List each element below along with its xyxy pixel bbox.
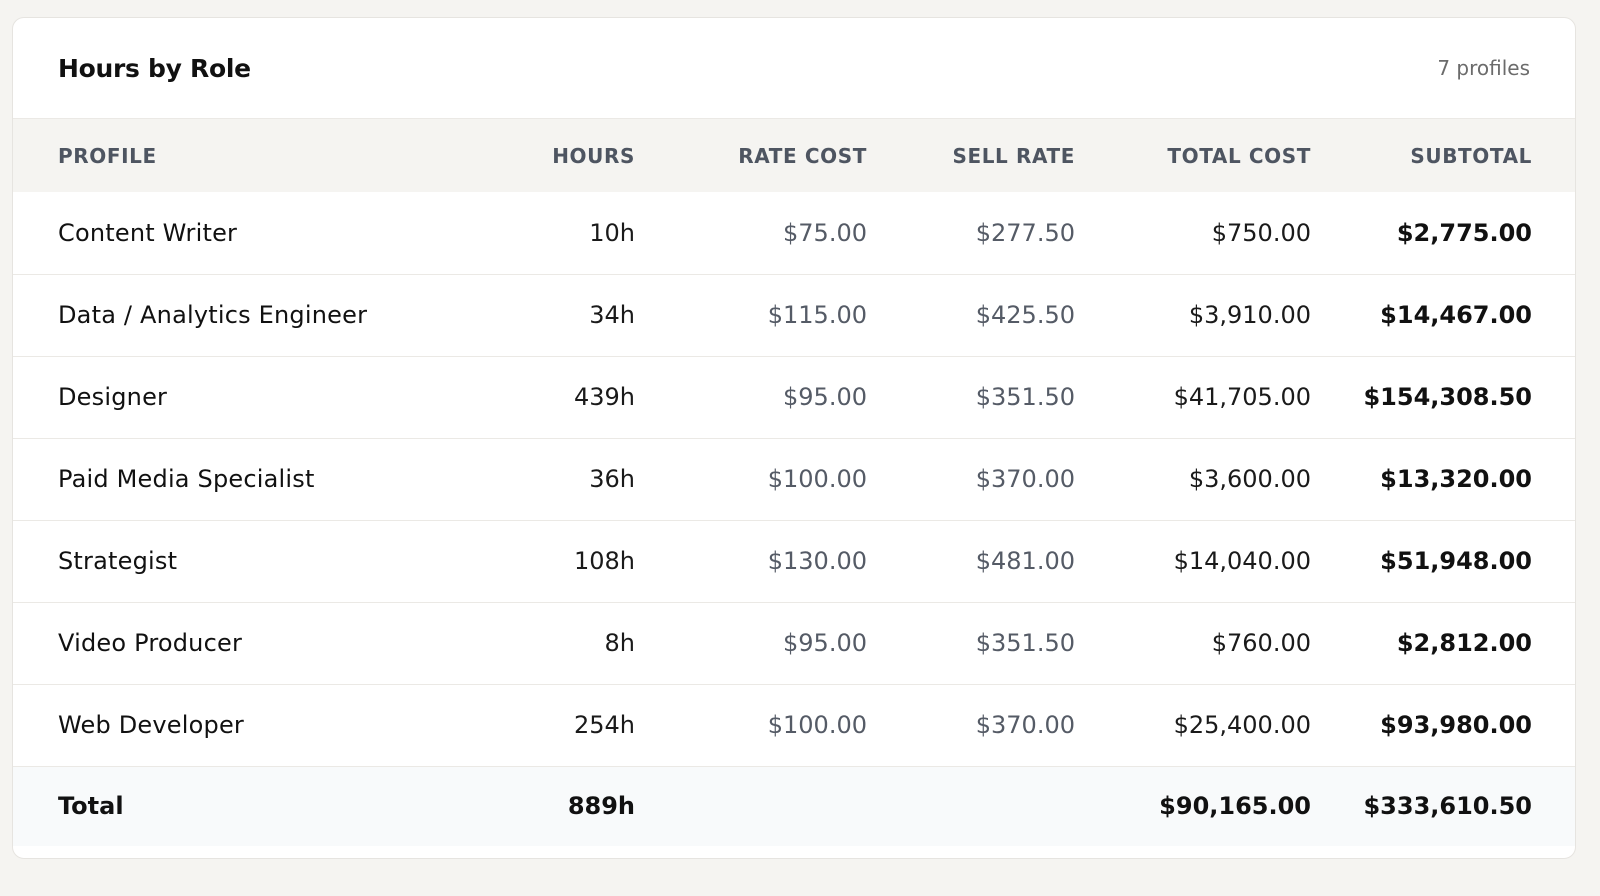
- table-row: Video Producer 8h $95.00 $351.50 $760.00…: [13, 602, 1575, 684]
- table-row: Paid Media Specialist 36h $100.00 $370.0…: [13, 438, 1575, 520]
- table-row: Data / Analytics Engineer 34h $115.00 $4…: [13, 274, 1575, 356]
- cell-total-cost: $3,600.00: [1188, 465, 1311, 493]
- cell-profile: Data / Analytics Engineer: [58, 301, 368, 329]
- cell-total-cost: $3,910.00: [1188, 301, 1311, 329]
- cell-rate-cost: $115.00: [767, 301, 867, 329]
- cell-subtotal: $51,948.00: [1380, 547, 1532, 575]
- cell-hours: 36h: [589, 465, 635, 493]
- cell-rate-cost: $95.00: [783, 629, 867, 657]
- total-sell-rate-empty: [867, 766, 1075, 846]
- cell-total-cost: $14,040.00: [1173, 547, 1311, 575]
- cell-total-cost: $760.00: [1211, 629, 1311, 657]
- table-header-row: PROFILE HOURS RATE COST SELL RATE TOTAL …: [13, 119, 1575, 192]
- cell-subtotal: $2,812.00: [1396, 629, 1532, 657]
- cell-rate-cost: $130.00: [767, 547, 867, 575]
- card-title: Hours by Role: [58, 53, 251, 83]
- cell-total-cost: $750.00: [1211, 218, 1311, 247]
- cell-rate-cost: $100.00: [767, 465, 867, 493]
- cell-hours: 8h: [604, 629, 635, 657]
- cell-sell-rate: $277.50: [975, 218, 1075, 247]
- cell-profile: Designer: [58, 383, 168, 411]
- cell-subtotal: $13,320.00: [1380, 465, 1532, 493]
- cell-rate-cost: $75.00: [783, 218, 867, 247]
- column-header-rate-cost: RATE COST: [738, 143, 867, 168]
- column-header-profile: PROFILE: [58, 143, 157, 168]
- cell-sell-rate: $370.00: [975, 465, 1075, 493]
- total-label: Total: [58, 792, 124, 821]
- column-header-hours: HOURS: [552, 143, 635, 168]
- column-header-subtotal: SUBTOTAL: [1410, 143, 1532, 168]
- cell-hours: 439h: [573, 383, 635, 411]
- cell-total-cost: $25,400.00: [1173, 711, 1311, 739]
- cell-subtotal: $93,980.00: [1380, 711, 1532, 739]
- cell-hours: 254h: [573, 711, 635, 739]
- column-header-total-cost: TOTAL COST: [1167, 143, 1311, 168]
- cell-profile: Video Producer: [58, 629, 243, 657]
- table-row: Web Developer 254h $100.00 $370.00 $25,4…: [13, 684, 1575, 766]
- cell-profile: Strategist: [58, 547, 178, 575]
- table-row: Content Writer 10h $75.00 $277.50 $750.0…: [13, 192, 1575, 274]
- total-row: Total 889h $90,165.00 $333,610.50: [13, 766, 1575, 846]
- cell-profile: Web Developer: [58, 711, 244, 739]
- cell-hours: 34h: [589, 301, 635, 329]
- cell-rate-cost: $100.00: [767, 711, 867, 739]
- cell-subtotal: $2,775.00: [1396, 218, 1532, 247]
- hours-by-role-card: Hours by Role 7 profiles PROFILE HOURS R…: [12, 17, 1576, 859]
- cell-sell-rate: $370.00: [975, 711, 1075, 739]
- cell-hours: 10h: [589, 218, 635, 247]
- cell-total-cost: $41,705.00: [1173, 383, 1311, 411]
- hours-table: PROFILE HOURS RATE COST SELL RATE TOTAL …: [13, 119, 1575, 846]
- cell-sell-rate: $351.50: [975, 629, 1075, 657]
- total-subtotal: $333,610.50: [1363, 792, 1532, 821]
- table-row: Strategist 108h $130.00 $481.00 $14,040.…: [13, 520, 1575, 602]
- cell-subtotal: $154,308.50: [1363, 383, 1532, 411]
- cell-rate-cost: $95.00: [783, 383, 867, 411]
- cell-sell-rate: $351.50: [975, 383, 1075, 411]
- profile-count: 7 profiles: [1437, 56, 1530, 80]
- total-hours: 889h: [567, 792, 635, 821]
- cell-profile: Paid Media Specialist: [58, 465, 315, 493]
- cell-sell-rate: $425.50: [975, 301, 1075, 329]
- card-header: Hours by Role 7 profiles: [13, 18, 1575, 119]
- total-rate-cost-empty: [635, 766, 867, 846]
- cell-hours: 108h: [573, 547, 635, 575]
- cell-profile: Content Writer: [58, 218, 238, 247]
- cell-subtotal: $14,467.00: [1380, 301, 1532, 329]
- total-total-cost: $90,165.00: [1159, 792, 1311, 821]
- column-header-sell-rate: SELL RATE: [952, 143, 1075, 168]
- table-row: Designer 439h $95.00 $351.50 $41,705.00 …: [13, 356, 1575, 438]
- cell-sell-rate: $481.00: [975, 547, 1075, 575]
